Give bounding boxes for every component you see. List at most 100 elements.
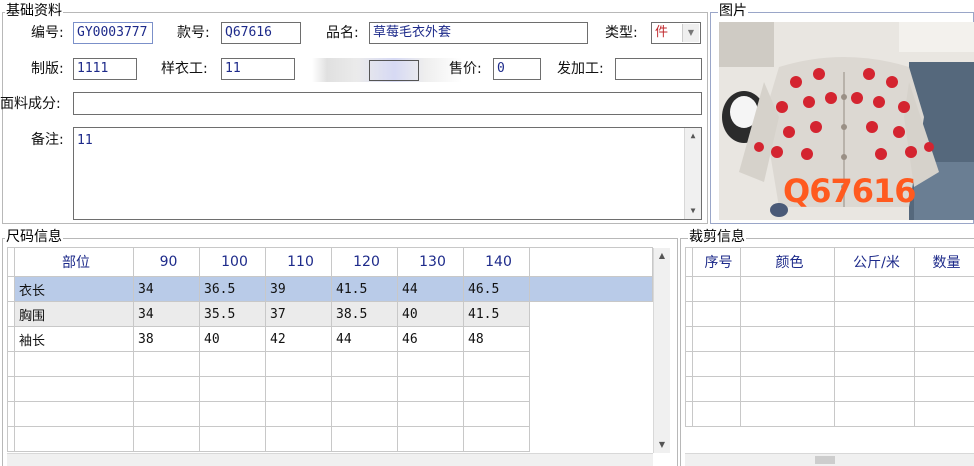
table-cell[interactable] (134, 377, 200, 402)
table-cell[interactable] (915, 277, 974, 302)
column-header[interactable]: 100 (200, 248, 266, 277)
table-cell[interactable]: 46 (398, 327, 464, 352)
product-name-field[interactable]: 草莓毛衣外套 (369, 22, 588, 44)
sample-worker-field[interactable]: 11 (221, 58, 295, 80)
table-cell[interactable] (741, 352, 835, 377)
table-cell[interactable] (835, 277, 915, 302)
table-cell[interactable] (835, 402, 915, 427)
table-cell[interactable] (266, 427, 332, 452)
table-cell[interactable] (915, 377, 974, 402)
table-cell[interactable] (915, 402, 974, 427)
blurred-field[interactable] (369, 60, 419, 81)
scroll-up-icon[interactable]: ▲ (654, 248, 670, 264)
table-cell[interactable] (530, 352, 653, 377)
plate-field[interactable]: 1111 (73, 58, 137, 80)
price-field[interactable]: 0 (493, 58, 541, 80)
table-cell[interactable] (693, 377, 741, 402)
table-cell[interactable] (200, 402, 266, 427)
table-cell[interactable] (332, 427, 398, 452)
table-row[interactable]: 袖长 38 40 42 44 46 48 (8, 327, 653, 352)
table-row[interactable] (686, 327, 974, 352)
table-cell[interactable] (915, 352, 974, 377)
table-cell[interactable] (398, 427, 464, 452)
table-row[interactable] (686, 277, 974, 302)
table-cell[interactable]: 44 (332, 327, 398, 352)
table-cell[interactable]: 46.5 (464, 277, 530, 302)
table-cell[interactable]: 42 (266, 327, 332, 352)
table-cell[interactable] (741, 277, 835, 302)
table-cell[interactable] (398, 402, 464, 427)
product-photo[interactable]: Q67616 (719, 22, 974, 220)
table-cell[interactable] (464, 427, 530, 452)
table-cell[interactable] (134, 427, 200, 452)
table-cell[interactable] (266, 377, 332, 402)
table-cell[interactable]: 39 (266, 277, 332, 302)
table-cell[interactable] (835, 327, 915, 352)
table-cell[interactable]: 40 (398, 302, 464, 327)
table-cell[interactable]: 44 (398, 277, 464, 302)
table-row[interactable] (686, 377, 974, 402)
table-cell[interactable] (464, 402, 530, 427)
column-header[interactable]: 130 (398, 248, 464, 277)
table-cell[interactable]: 35.5 (200, 302, 266, 327)
table-row[interactable]: 衣长 34 36.5 39 41.5 44 46.5 (8, 277, 653, 302)
table-row[interactable] (8, 402, 653, 427)
column-header[interactable]: 序号 (693, 248, 741, 277)
scroll-up-icon[interactable]: ▲ (685, 128, 701, 144)
note-textarea[interactable]: 11 ▲ ▼ (73, 127, 702, 220)
table-row[interactable] (8, 427, 653, 452)
table-cell[interactable]: 38 (134, 327, 200, 352)
table-cell[interactable] (530, 277, 653, 302)
table-cell[interactable] (15, 402, 134, 427)
note-scrollbar[interactable]: ▲ ▼ (684, 128, 701, 219)
column-header[interactable]: 140 (464, 248, 530, 277)
table-cell[interactable] (530, 377, 653, 402)
table-cell[interactable]: 36.5 (200, 277, 266, 302)
table-cell[interactable] (464, 377, 530, 402)
table-cell[interactable]: 41.5 (332, 277, 398, 302)
table-cell[interactable] (464, 352, 530, 377)
column-header[interactable]: 120 (332, 248, 398, 277)
column-header[interactable]: 部位 (15, 248, 134, 277)
table-cell[interactable] (200, 427, 266, 452)
style-field[interactable]: Q67616 (221, 22, 301, 44)
table-cell[interactable] (693, 277, 741, 302)
table-cell[interactable] (332, 377, 398, 402)
size-table-scrollbar[interactable]: ▲ ▼ (653, 248, 670, 453)
fabric-field[interactable] (73, 92, 702, 115)
table-cell[interactable] (741, 377, 835, 402)
table-cell[interactable]: 34 (134, 302, 200, 327)
table-cell[interactable] (741, 402, 835, 427)
chevron-down-icon[interactable]: ▼ (682, 24, 699, 42)
table-cell[interactable] (200, 352, 266, 377)
column-header[interactable]: 颜色 (741, 248, 835, 277)
table-cell[interactable] (915, 302, 974, 327)
table-cell[interactable] (134, 402, 200, 427)
column-header[interactable]: 110 (266, 248, 332, 277)
table-row[interactable] (686, 352, 974, 377)
cut-table-hscrollbar[interactable] (685, 453, 974, 466)
table-cell[interactable]: 41.5 (464, 302, 530, 327)
table-cell[interactable]: 胸围 (15, 302, 134, 327)
table-cell[interactable] (332, 352, 398, 377)
table-cell[interactable] (530, 402, 653, 427)
table-cell[interactable] (530, 327, 653, 352)
table-cell[interactable] (332, 402, 398, 427)
table-cell[interactable] (266, 352, 332, 377)
table-cell[interactable]: 40 (200, 327, 266, 352)
table-cell[interactable] (693, 402, 741, 427)
table-cell[interactable] (266, 402, 332, 427)
table-cell[interactable] (915, 327, 974, 352)
column-header[interactable]: 数量 (915, 248, 974, 277)
table-row[interactable] (686, 302, 974, 327)
table-row[interactable]: 胸围 34 35.5 37 38.5 40 41.5 (8, 302, 653, 327)
table-row[interactable] (8, 352, 653, 377)
table-cell[interactable] (835, 302, 915, 327)
table-cell[interactable]: 袖长 (15, 327, 134, 352)
scroll-down-icon[interactable]: ▼ (685, 203, 701, 219)
table-cell[interactable] (693, 352, 741, 377)
table-cell[interactable] (15, 377, 134, 402)
table-cell[interactable]: 38.5 (332, 302, 398, 327)
table-cell[interactable] (398, 352, 464, 377)
size-table-hscrollbar[interactable] (7, 453, 653, 466)
